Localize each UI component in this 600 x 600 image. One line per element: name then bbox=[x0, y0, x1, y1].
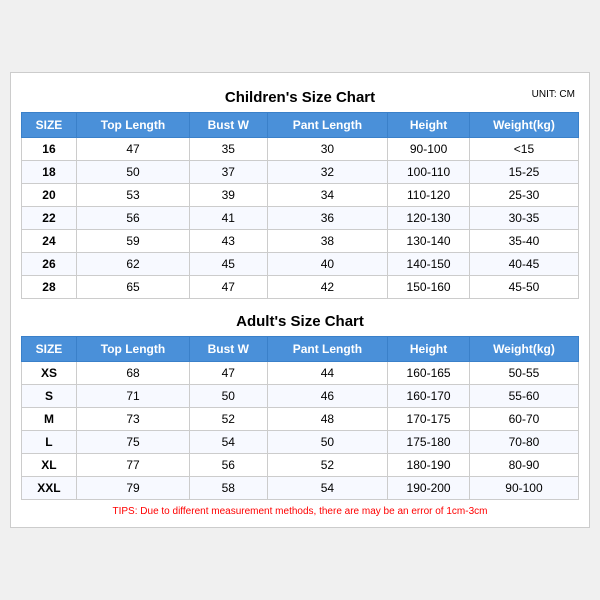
col-size: SIZE bbox=[22, 113, 77, 138]
col-height: Height bbox=[388, 113, 470, 138]
col-bust-w: Bust W bbox=[190, 113, 268, 138]
children-table-body: 1647353090-100<1518503732100-11015-25205… bbox=[22, 138, 579, 299]
adult-size-table: SIZE Top Length Bust W Pant Length Heigh… bbox=[21, 336, 579, 500]
col-pant-length: Pant Length bbox=[267, 337, 388, 362]
table-row: 20533934110-12025-30 bbox=[22, 184, 579, 207]
children-header-row: SIZE Top Length Bust W Pant Length Heigh… bbox=[22, 113, 579, 138]
table-row: M735248170-17560-70 bbox=[22, 408, 579, 431]
col-size: SIZE bbox=[22, 337, 77, 362]
adult-title-text: Adult's Size Chart bbox=[236, 313, 364, 330]
children-title-text: Children's Size Chart bbox=[225, 89, 375, 106]
col-top-length: Top Length bbox=[76, 113, 189, 138]
col-weight: Weight(kg) bbox=[469, 113, 578, 138]
adult-section-title: Adult's Size Chart bbox=[21, 307, 579, 336]
table-row: 28654742150-16045-50 bbox=[22, 276, 579, 299]
table-row: XS684744160-16550-55 bbox=[22, 362, 579, 385]
col-top-length: Top Length bbox=[76, 337, 189, 362]
col-height: Height bbox=[388, 337, 470, 362]
tips-text: TIPS: Due to different measurement metho… bbox=[21, 506, 579, 517]
unit-label: UNIT: CM bbox=[532, 89, 575, 100]
table-row: 18503732100-11015-25 bbox=[22, 161, 579, 184]
table-row: 22564136120-13030-35 bbox=[22, 207, 579, 230]
col-weight: Weight(kg) bbox=[469, 337, 578, 362]
adult-header-row: SIZE Top Length Bust W Pant Length Heigh… bbox=[22, 337, 579, 362]
table-row: S715046160-17055-60 bbox=[22, 385, 579, 408]
table-row: 1647353090-100<15 bbox=[22, 138, 579, 161]
table-row: L755450175-18070-80 bbox=[22, 431, 579, 454]
col-bust-w: Bust W bbox=[190, 337, 268, 362]
adult-table-body: XS684744160-16550-55S715046160-17055-60M… bbox=[22, 362, 579, 500]
table-row: XL775652180-19080-90 bbox=[22, 454, 579, 477]
table-row: 26624540140-15040-45 bbox=[22, 253, 579, 276]
col-pant-length: Pant Length bbox=[267, 113, 388, 138]
table-row: XXL795854190-20090-100 bbox=[22, 477, 579, 500]
children-section-title: Children's Size Chart UNIT: CM bbox=[21, 83, 579, 112]
children-size-table: SIZE Top Length Bust W Pant Length Heigh… bbox=[21, 112, 579, 299]
table-row: 24594338130-14035-40 bbox=[22, 230, 579, 253]
size-chart-container: Children's Size Chart UNIT: CM SIZE Top … bbox=[10, 72, 590, 528]
